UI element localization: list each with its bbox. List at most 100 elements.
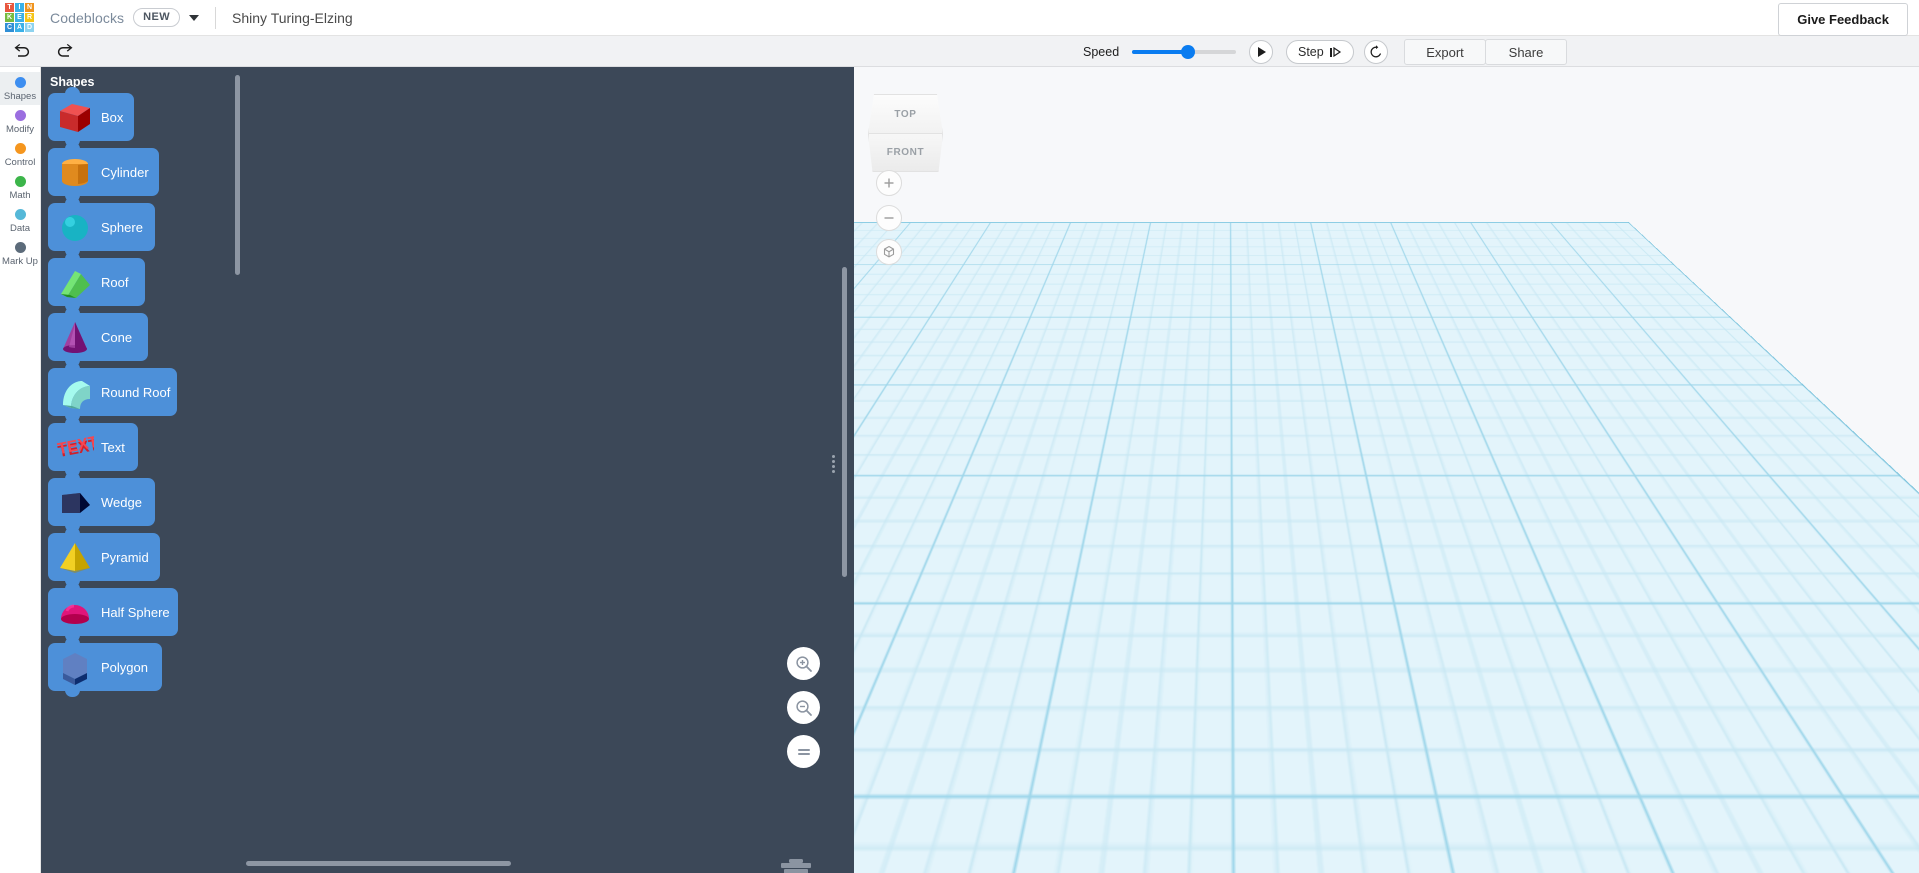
give-feedback-button[interactable]: Give Feedback bbox=[1778, 3, 1908, 36]
shape-block-cone[interactable]: Cone bbox=[48, 307, 148, 367]
view-cube[interactable]: TOP FRONT bbox=[868, 94, 943, 172]
wedge-shape-icon bbox=[53, 482, 97, 522]
code-canvas[interactable] bbox=[246, 67, 854, 873]
step-button-label: Step bbox=[1298, 45, 1324, 59]
view-cube-front-face[interactable]: FRONT bbox=[868, 134, 943, 172]
box-shape-icon bbox=[53, 97, 97, 137]
viewport-fit-to-view-button[interactable] bbox=[876, 239, 902, 265]
half-sphere-shape-icon bbox=[53, 592, 97, 632]
workplane-grid bbox=[854, 67, 1919, 222]
play-triangle-icon bbox=[1258, 47, 1266, 57]
canvas-zoom-in-button[interactable] bbox=[787, 647, 820, 680]
shape-block-label: Box bbox=[101, 109, 124, 125]
shape-block-label: Text bbox=[101, 439, 125, 455]
shape-block-roof[interactable]: Roof bbox=[48, 252, 145, 312]
canvas-horizontal-scrollbar[interactable] bbox=[246, 861, 511, 866]
view-cube-top-face[interactable]: TOP bbox=[868, 94, 943, 134]
shape-block-pyramid[interactable]: Pyramid bbox=[48, 527, 160, 587]
viewport-zoom-out-button[interactable] bbox=[876, 205, 902, 231]
canvas-vertical-scrollbar[interactable] bbox=[842, 267, 847, 577]
speed-label: Speed bbox=[1083, 44, 1120, 59]
canvas-zoom-out-button[interactable] bbox=[787, 691, 820, 724]
sphere-shape-icon bbox=[53, 207, 97, 247]
logo-tile-t-0: T bbox=[5, 3, 14, 12]
reset-button[interactable] bbox=[1364, 40, 1388, 64]
sidebar-item-control[interactable]: Control bbox=[0, 138, 40, 171]
document-title[interactable]: Shiny Turing-Elzing bbox=[232, 10, 353, 26]
shape-block-label: Polygon bbox=[101, 659, 148, 675]
cylinder-shape-icon bbox=[53, 152, 97, 192]
share-button[interactable]: Share bbox=[1485, 39, 1567, 65]
sidebar-item-mark-up[interactable]: Mark Up bbox=[0, 237, 40, 270]
shapes-panel: Shapes Box Cylinder Sphere Roof Cone Round Ro… bbox=[41, 67, 246, 873]
shape-block-round-roof[interactable]: Round Roof bbox=[48, 362, 177, 422]
sidebar-item-label: Control bbox=[4, 157, 36, 168]
category-dot-icon bbox=[14, 242, 26, 253]
sidebar-item-label: Math bbox=[9, 190, 31, 201]
pyramid-shape-icon bbox=[53, 537, 97, 577]
speed-slider-thumb[interactable] bbox=[1181, 44, 1196, 59]
step-button[interactable]: Step bbox=[1286, 40, 1354, 64]
shape-block-sphere[interactable]: Sphere bbox=[48, 197, 155, 257]
delete-trash-button[interactable] bbox=[778, 857, 814, 873]
sidebar-item-shapes[interactable]: Shapes bbox=[0, 72, 40, 105]
zoom-reset-equals-icon bbox=[797, 748, 810, 755]
workplane-container: Workplane bbox=[854, 67, 1919, 873]
sidebar-item-math[interactable]: Math bbox=[0, 171, 40, 204]
workplane-label-layer: Workplane bbox=[854, 67, 1919, 222]
cone-shape-icon bbox=[53, 317, 97, 357]
fit-to-view-cube-icon bbox=[883, 245, 895, 258]
step-forward-icon bbox=[1329, 47, 1342, 57]
tinkercad-logo[interactable]: TIN KER CAD bbox=[5, 3, 34, 32]
category-rail: Shapes Modify Control Math Data Mark Up bbox=[0, 67, 41, 873]
category-dot-icon bbox=[14, 77, 26, 88]
round-roof-shape-icon bbox=[53, 372, 97, 412]
sidebar-item-label: Data bbox=[9, 223, 31, 234]
logo-tile-k-3: K bbox=[5, 13, 14, 22]
category-dot-icon bbox=[14, 209, 26, 220]
zoom-out-magnifier-icon bbox=[795, 699, 812, 716]
viewport-zoom-in-button[interactable] bbox=[876, 170, 902, 196]
polygon-shape-icon bbox=[53, 647, 97, 687]
speed-control-group: Speed bbox=[1083, 36, 1237, 67]
shape-block-label: Sphere bbox=[101, 219, 143, 235]
product-label: Codeblocks bbox=[50, 9, 125, 26]
sidebar-item-data[interactable]: Data bbox=[0, 204, 40, 237]
shape-block-box[interactable]: Box bbox=[48, 87, 134, 147]
minus-icon bbox=[884, 217, 894, 219]
logo-tile-a-7: A bbox=[15, 23, 24, 32]
logo-tile-i-1: I bbox=[15, 3, 24, 12]
sidebar-item-modify[interactable]: Modify bbox=[0, 105, 40, 138]
logo-tile-n-2: N bbox=[25, 3, 34, 12]
shape-block-label: Pyramid bbox=[101, 549, 149, 565]
sidebar-item-label: Modify bbox=[6, 124, 34, 135]
top-bar: TIN KER CAD Codeblocks NEW Shiny Turing-El… bbox=[0, 0, 1919, 36]
logo-tile-r-5: R bbox=[25, 13, 34, 22]
reset-circular-arrow-icon bbox=[1370, 45, 1381, 58]
shape-block-label: Cone bbox=[101, 329, 133, 345]
speed-slider[interactable] bbox=[1132, 44, 1237, 59]
shape-block-polygon[interactable]: Polygon bbox=[48, 637, 162, 697]
panel-resize-grip[interactable] bbox=[828, 453, 839, 475]
shape-block-label: Roof bbox=[101, 274, 129, 290]
zoom-in-magnifier-icon bbox=[795, 655, 812, 672]
3d-viewport[interactable]: Workplane TOP FRONT bbox=[854, 67, 1919, 873]
shapes-panel-scrollbar[interactable] bbox=[235, 75, 240, 275]
logo-tile-d-8: D bbox=[25, 23, 34, 32]
shape-block-wedge[interactable]: Wedge bbox=[48, 472, 155, 532]
action-toolbar: Speed Step Export Share bbox=[0, 36, 1919, 67]
shape-block-label: Cylinder bbox=[101, 164, 149, 180]
new-badge: NEW bbox=[133, 8, 181, 27]
shape-block-cylinder[interactable]: Cylinder bbox=[48, 142, 159, 202]
shape-block-label: Half Sphere bbox=[101, 604, 170, 620]
category-dot-icon bbox=[14, 143, 26, 154]
play-button[interactable] bbox=[1249, 40, 1273, 64]
shape-block-half-sphere[interactable]: Half Sphere bbox=[48, 582, 178, 642]
redo-arrow-icon[interactable] bbox=[52, 40, 78, 62]
undo-arrow-icon[interactable] bbox=[8, 40, 34, 62]
canvas-zoom-reset-button[interactable] bbox=[787, 735, 820, 768]
shape-block-label: Round Roof bbox=[101, 384, 171, 400]
export-button[interactable]: Export bbox=[1404, 39, 1486, 65]
shape-block-text[interactable]: TEXT TEXT Text bbox=[48, 417, 138, 477]
chevron-down-icon[interactable] bbox=[189, 14, 200, 21]
